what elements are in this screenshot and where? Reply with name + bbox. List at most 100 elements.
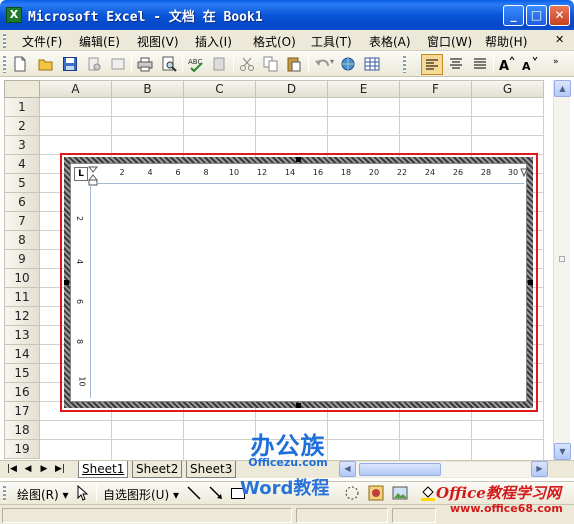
menu-window[interactable]: 窗口(W) (427, 33, 472, 50)
title-bar: X Microsoft Excel - 文档 在 Book1 _ □ ✕ (0, 0, 574, 30)
row-header[interactable]: 3 (4, 136, 40, 155)
menu-format[interactable]: 格式(O) (253, 33, 296, 50)
row-header[interactable]: 5 (4, 174, 40, 193)
column-header-a[interactable]: A (40, 80, 112, 98)
print-preview-icon[interactable] (161, 56, 177, 72)
row-header[interactable]: 9 (4, 250, 40, 269)
prev-sheet-icon[interactable]: ◀ (22, 463, 34, 476)
email-icon[interactable] (110, 56, 126, 72)
autoshapes-menu-button[interactable]: 自选图形(U) ▾ (103, 486, 179, 503)
new-icon[interactable] (12, 56, 28, 72)
select-all-corner[interactable] (4, 80, 40, 98)
indent-marker-icon[interactable] (88, 166, 98, 186)
scroll-left-icon[interactable]: ◀ (339, 461, 356, 477)
row-header[interactable]: 15 (4, 364, 40, 383)
open-icon[interactable] (38, 56, 54, 72)
drawing-toolbar-grip[interactable] (3, 485, 6, 502)
close-button[interactable]: ✕ (549, 5, 570, 26)
menu-edit[interactable]: 编辑(E) (79, 33, 120, 50)
print-icon[interactable] (137, 56, 153, 72)
menu-view[interactable]: 视图(V) (137, 33, 179, 50)
tab-sheet2[interactable]: Sheet2 (132, 461, 183, 478)
column-header-e[interactable]: E (328, 80, 400, 98)
align-center-icon[interactable] (448, 56, 464, 72)
draw-menu-button[interactable]: 绘图(R) ▾ (17, 486, 69, 503)
row-header[interactable]: 16 (4, 383, 40, 402)
resize-handle[interactable] (64, 280, 69, 285)
resize-handle[interactable] (528, 280, 533, 285)
next-sheet-icon[interactable]: ▶ (38, 463, 50, 476)
picture-icon[interactable] (392, 485, 408, 501)
menu-close-icon[interactable]: ✕ (555, 33, 564, 46)
row-header[interactable]: 19 (4, 440, 40, 459)
row-header[interactable]: 17 (4, 402, 40, 421)
row-header[interactable]: 18 (4, 421, 40, 440)
save-icon[interactable] (62, 56, 78, 72)
clip-art-icon[interactable] (368, 485, 384, 501)
table-icon[interactable] (364, 56, 380, 72)
fill-color-icon[interactable] (420, 485, 436, 501)
row-header[interactable]: 8 (4, 231, 40, 250)
right-indent-marker-icon[interactable] (520, 168, 528, 180)
row-header[interactable]: 12 (4, 307, 40, 326)
resize-handle[interactable] (296, 157, 301, 162)
word-document-area[interactable] (70, 163, 527, 402)
maximize-button[interactable]: □ (526, 5, 547, 26)
arrow-icon[interactable] (208, 485, 224, 501)
menu-tools[interactable]: 工具(T) (311, 33, 352, 50)
column-header-c[interactable]: C (184, 80, 256, 98)
first-sheet-icon[interactable]: |◀ (6, 463, 18, 476)
row-header[interactable]: 2 (4, 117, 40, 136)
select-objects-icon[interactable] (74, 485, 90, 501)
scroll-split-icon[interactable] (559, 256, 565, 262)
column-header-b[interactable]: B (112, 80, 184, 98)
row-header[interactable]: 4 (4, 155, 40, 174)
column-header-d[interactable]: D (256, 80, 328, 98)
column-header-f[interactable]: F (400, 80, 472, 98)
horizontal-scrollbar[interactable]: ◀ ▶ (339, 461, 548, 477)
grow-font-icon[interactable]: A (499, 56, 515, 72)
menu-file[interactable]: 文件(F) (22, 33, 62, 50)
menu-table[interactable]: 表格(A) (369, 33, 411, 50)
diagram-icon[interactable] (344, 485, 360, 501)
tab-sheet1[interactable]: Sheet1 (78, 461, 129, 478)
row-header[interactable]: 11 (4, 288, 40, 307)
hyperlink-icon[interactable] (340, 56, 356, 72)
scroll-right-icon[interactable]: ▶ (531, 461, 548, 477)
line-icon[interactable] (186, 485, 202, 501)
excel-app-icon[interactable]: X (6, 7, 22, 23)
permission-icon[interactable] (86, 56, 102, 72)
tab-sheet3[interactable]: Sheet3 (186, 461, 237, 478)
toolbar-grip[interactable] (403, 55, 406, 73)
research-icon[interactable] (212, 56, 228, 72)
spelling-icon[interactable]: ABC (188, 56, 204, 72)
paste-icon[interactable] (286, 56, 302, 72)
row-header[interactable]: 14 (4, 345, 40, 364)
toolbar-options-icon[interactable]: » (553, 57, 559, 67)
row-header[interactable]: 13 (4, 326, 40, 345)
tab-stop-selector-icon[interactable]: L (74, 167, 88, 181)
resize-handle[interactable] (296, 403, 301, 408)
horizontal-scroll-thumb[interactable] (359, 463, 441, 476)
row-header[interactable]: 6 (4, 193, 40, 212)
toolbar-grip[interactable] (3, 55, 6, 73)
menu-insert[interactable]: 插入(I) (195, 33, 232, 50)
row-header[interactable]: 1 (4, 98, 40, 117)
row-header[interactable]: 7 (4, 212, 40, 231)
cut-icon[interactable] (239, 56, 255, 72)
menu-help[interactable]: 帮助(H) (485, 33, 527, 50)
undo-icon[interactable] (314, 56, 330, 72)
column-header-g[interactable]: G (472, 80, 544, 98)
menu-grip[interactable] (3, 33, 6, 48)
last-sheet-icon[interactable]: ▶| (54, 463, 66, 476)
align-left-button[interactable] (421, 54, 443, 75)
scroll-down-icon[interactable]: ▼ (554, 443, 571, 460)
copy-icon[interactable] (263, 56, 279, 72)
scroll-up-icon[interactable]: ▲ (554, 80, 571, 97)
justify-icon[interactable] (472, 56, 488, 72)
row-header[interactable]: 10 (4, 269, 40, 288)
vertical-scrollbar[interactable]: ▲ ▼ (553, 80, 571, 460)
undo-dropdown-icon[interactable]: ▾ (330, 57, 334, 66)
minimize-button[interactable]: _ (503, 5, 524, 26)
shrink-font-icon[interactable]: A (522, 56, 538, 72)
